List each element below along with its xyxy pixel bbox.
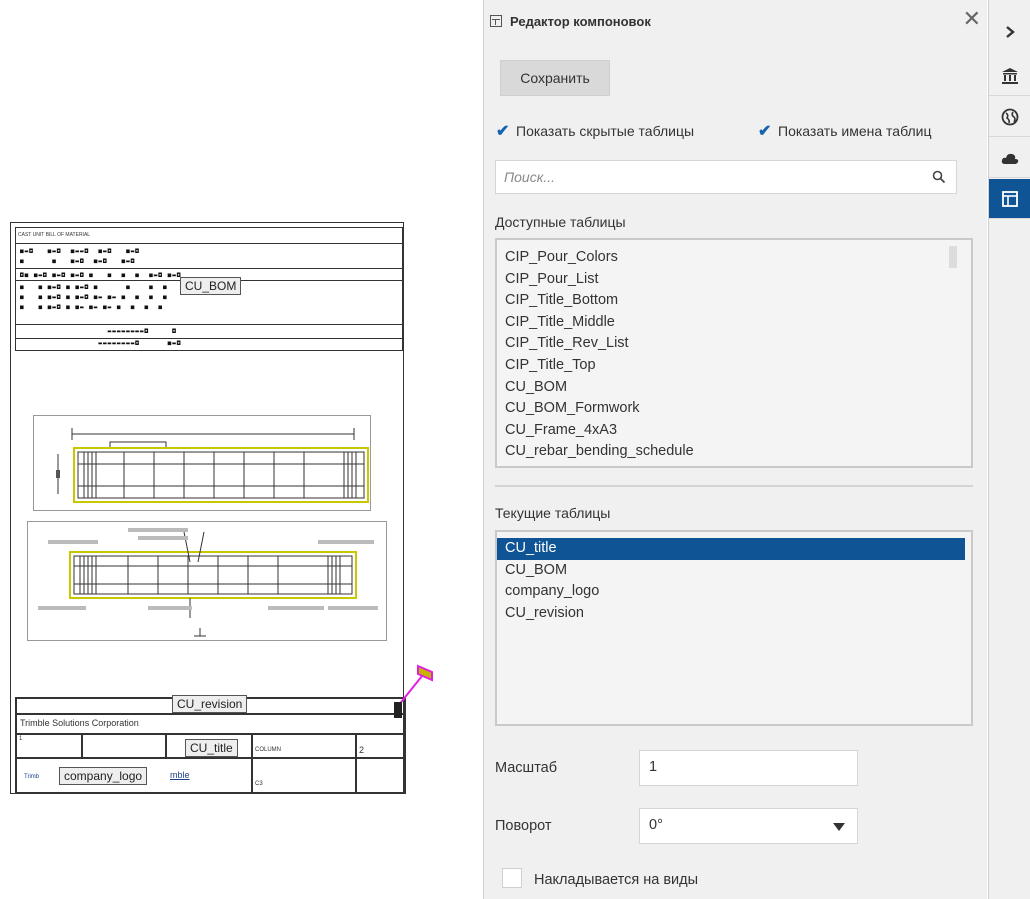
current-tables-list[interactable]: CU_title CU_BOM company_logo CU_revision bbox=[495, 530, 973, 726]
drawing-sheet: CAST UNIT BILL OF MATERIAL ■▬◘ ■▬◘ ■▬▬◘ … bbox=[10, 222, 406, 794]
close-icon[interactable]: ✕ bbox=[963, 8, 981, 30]
scale-label: Масштаб bbox=[495, 760, 558, 776]
panel-title: Редактор компоновок bbox=[510, 14, 651, 29]
available-table-item[interactable]: CIP_Title_Rev_List bbox=[497, 333, 971, 355]
layout-editor-icon bbox=[1002, 190, 1018, 207]
available-table-item[interactable]: CU_BOM_Formwork bbox=[497, 398, 971, 420]
logo-prefix-text: Trimb bbox=[24, 774, 40, 780]
search-box bbox=[495, 160, 957, 194]
collapse-panel-button[interactable] bbox=[989, 12, 1030, 52]
chevron-right-icon bbox=[1006, 26, 1015, 38]
available-table-item[interactable]: CU_BOM bbox=[497, 377, 971, 399]
bank-icon bbox=[1002, 67, 1018, 84]
layout-editor-icon bbox=[490, 15, 502, 27]
cu-revision-table-label[interactable]: CU_revision bbox=[172, 695, 248, 713]
available-table-item[interactable]: CU_Frame_4xA3 bbox=[497, 420, 971, 442]
available-table-item[interactable]: CIP_Title_Bottom bbox=[497, 290, 971, 312]
beam-side-view-drawing bbox=[38, 528, 378, 637]
show-table-names-label: Показать имена таблиц bbox=[778, 123, 932, 139]
overlay-views-label: Накладывается на виды bbox=[534, 872, 699, 888]
current-table-item[interactable]: CU_title bbox=[497, 538, 965, 560]
available-tables-list[interactable]: CIP_Pour_Colors CIP_Pour_List CIP_Title_Bo… bbox=[495, 238, 973, 468]
section-divider bbox=[495, 485, 973, 487]
available-table-item[interactable]: CIP_Title_Middle bbox=[497, 312, 971, 334]
current-table-item[interactable]: company_logo bbox=[497, 581, 971, 603]
logo-suffix-text: mble bbox=[170, 770, 190, 780]
layout-editor-button[interactable] bbox=[989, 179, 1030, 219]
cu-bom-table-label[interactable]: CU_BOM bbox=[180, 277, 242, 295]
magenta-anchor-handle[interactable] bbox=[392, 664, 440, 720]
rotation-label: Поворот bbox=[495, 818, 552, 834]
company-logo-table-label[interactable]: company_logo bbox=[59, 767, 148, 785]
show-hidden-tables-checkbox[interactable]: ✔ Показать скрытые таблицы bbox=[496, 121, 694, 141]
scrollbar-thumb[interactable] bbox=[949, 246, 957, 268]
scale-input[interactable]: 1 bbox=[639, 750, 858, 786]
rotation-value: 0° bbox=[649, 817, 663, 833]
overlay-views-checkbox[interactable] bbox=[502, 868, 522, 888]
catalog-button[interactable] bbox=[989, 56, 1030, 96]
available-table-item[interactable]: CIP_Title_Top bbox=[497, 355, 971, 377]
current-table-item[interactable]: CU_BOM bbox=[497, 560, 971, 582]
checkmark-icon: ✔ bbox=[758, 123, 772, 140]
available-tables-label: Доступные таблицы bbox=[495, 214, 626, 230]
chevron-down-icon bbox=[833, 823, 845, 831]
side-icon-strip bbox=[988, 0, 1030, 899]
cloud-button[interactable] bbox=[989, 138, 1030, 178]
drawing-canvas[interactable]: CAST UNIT BILL OF MATERIAL ■▬◘ ■▬◘ ■▬▬◘ … bbox=[0, 0, 480, 899]
bom-header-text: CAST UNIT BILL OF MATERIAL bbox=[16, 228, 402, 244]
tb-cell-2: 2 bbox=[356, 734, 406, 758]
globe-icon bbox=[1001, 108, 1019, 125]
tb-cell-1: 1 bbox=[16, 734, 82, 758]
tb-cell-column: COLUMN bbox=[252, 734, 356, 758]
panel-header: Редактор компоновок ✕ bbox=[484, 0, 987, 44]
cloud-icon bbox=[1001, 153, 1019, 164]
rotation-dropdown[interactable]: 0° bbox=[639, 808, 858, 844]
cu-title-table-label[interactable]: CU_title bbox=[185, 739, 238, 757]
beam-top-view bbox=[33, 415, 371, 511]
current-table-item[interactable]: CU_revision bbox=[497, 603, 971, 625]
company-name-text: Trimble Solutions Corporation bbox=[16, 714, 406, 734]
layout-editor-panel: Редактор компоновок ✕ Сохранить ✔ Показа… bbox=[483, 0, 987, 899]
show-table-names-checkbox[interactable]: ✔ Показать имена таблиц bbox=[758, 121, 931, 141]
tb-cell-c3: C3 bbox=[252, 758, 356, 794]
save-button[interactable]: Сохранить bbox=[500, 60, 610, 96]
search-input[interactable] bbox=[504, 161, 924, 193]
beam-side-view bbox=[27, 521, 387, 641]
available-table-item[interactable]: CIP_Pour_Colors bbox=[497, 247, 971, 269]
beam-top-view-drawing bbox=[56, 428, 369, 503]
checkmark-icon: ✔ bbox=[496, 123, 510, 140]
available-table-item[interactable]: CIP_Pour_List bbox=[497, 269, 971, 291]
show-hidden-tables-label: Показать скрытые таблицы bbox=[516, 123, 695, 139]
available-table-item[interactable]: CU_rebar_bending_schedule bbox=[497, 441, 971, 463]
search-icon[interactable] bbox=[932, 170, 946, 184]
web-button[interactable] bbox=[989, 97, 1030, 137]
current-tables-label: Текущие таблицы bbox=[495, 505, 611, 521]
